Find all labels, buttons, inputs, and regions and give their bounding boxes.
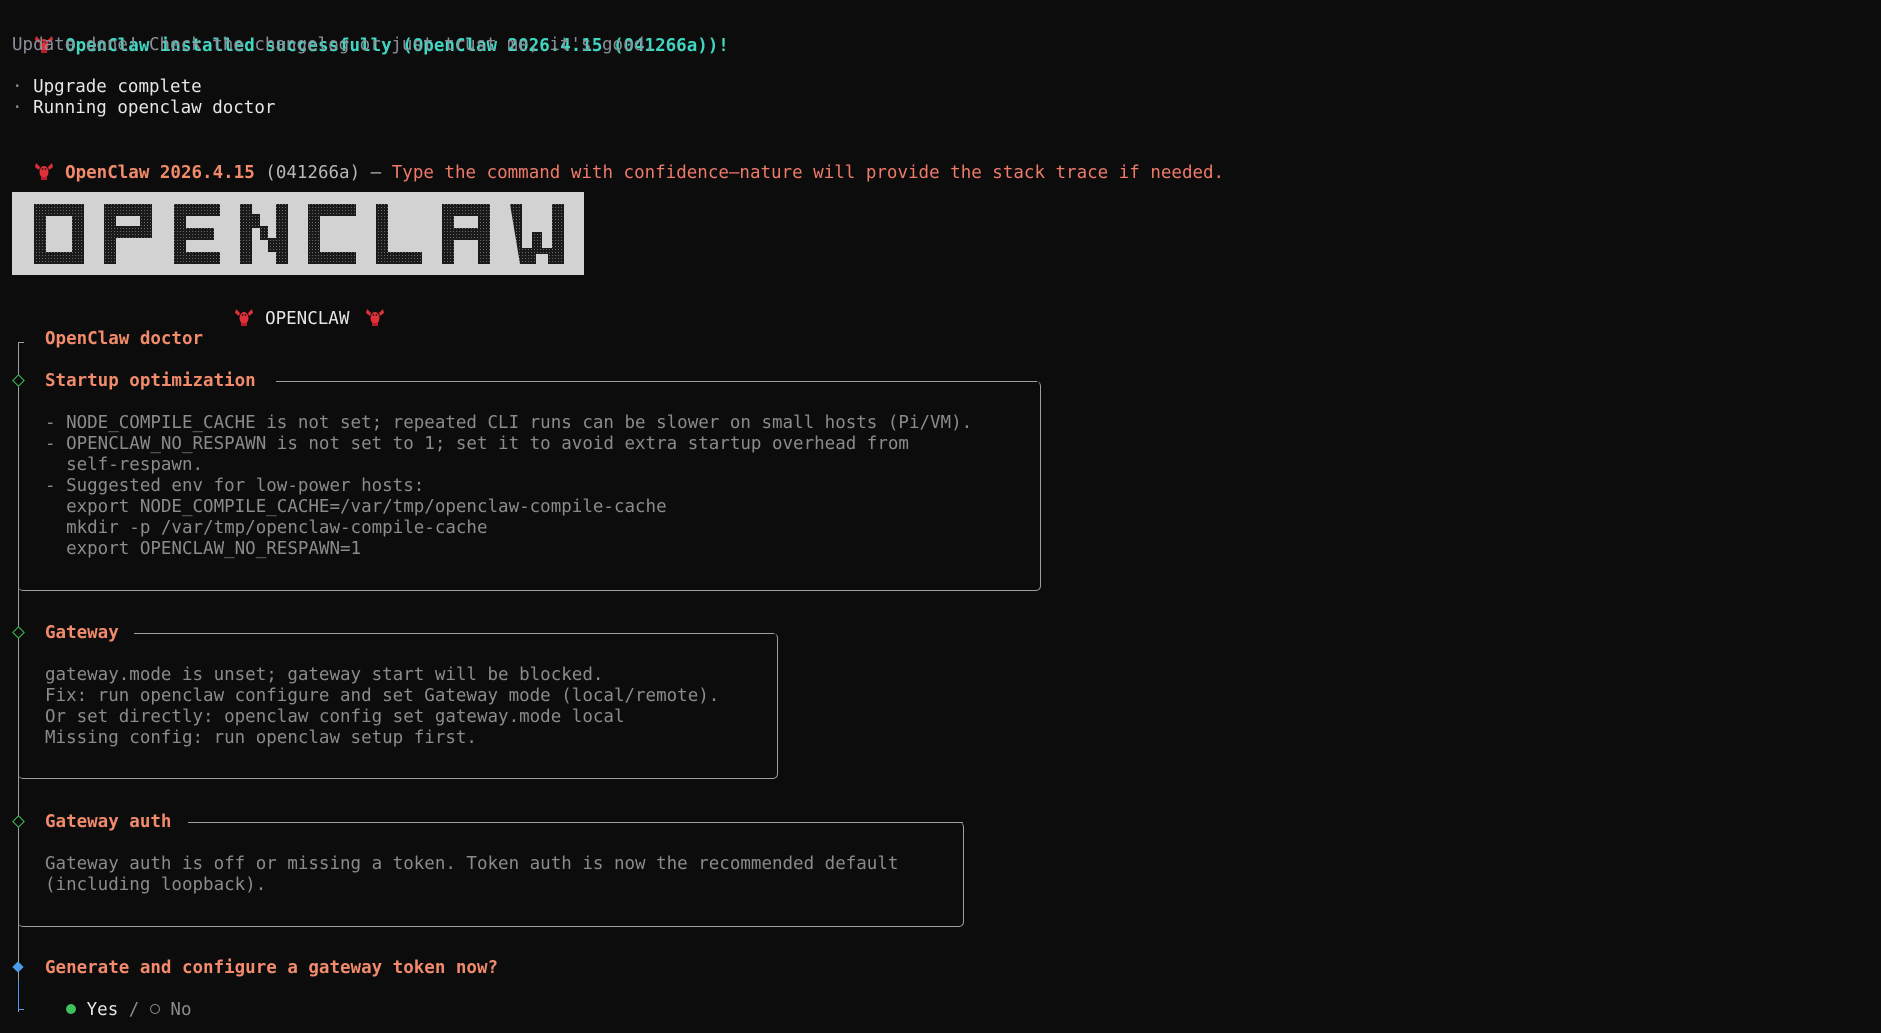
startup-line-4: - Suggested env for low-power hosts: xyxy=(45,476,425,496)
startup-line-2: - OPENCLAW_NO_RESPAWN is not set to 1; s… xyxy=(45,434,909,454)
doctor-title: OpenClaw doctor xyxy=(45,329,204,349)
lobster-icon xyxy=(233,307,255,327)
gateway-auth-line-2: (including loopback). xyxy=(45,875,267,895)
option-no[interactable]: No xyxy=(149,1000,192,1020)
gateway-line-3: Or set directly: openclaw config set gat… xyxy=(45,707,625,727)
version-line: OpenClaw 2026.4.15 (041266a) — Type the … xyxy=(12,140,1224,184)
startup-line-1: - NODE_COMPILE_CACHE is not set; repeate… xyxy=(45,413,973,433)
lobster-icon xyxy=(33,161,55,181)
startup-line-5: export NODE_COMPILE_CACHE=/var/tmp/openc… xyxy=(45,497,667,517)
prompt-question: Generate and configure a gateway token n… xyxy=(45,958,499,978)
radio-selected-icon xyxy=(66,1004,77,1014)
option-yes[interactable]: Yes xyxy=(66,1000,118,1020)
prompt-rail-corner xyxy=(18,1009,24,1010)
ascii-banner xyxy=(12,192,584,275)
lobster-icon xyxy=(364,307,386,327)
gateway-line-1: gateway.mode is unset; gateway start wil… xyxy=(45,665,604,685)
step-running-doctor: · Running openclaw doctor xyxy=(12,98,276,118)
startup-line-7: export OPENCLAW_NO_RESPAWN=1 xyxy=(45,539,362,559)
startup-line-3: self-respawn. xyxy=(45,455,204,475)
install-tagline: Update done! Check the changelog or just… xyxy=(12,35,655,55)
prompt-rail xyxy=(18,980,19,1009)
ascii-banner-art xyxy=(34,204,564,264)
gateway-line-2: Fix: run openclaw configure and set Gate… xyxy=(45,686,720,706)
gateway-auth-line-1: Gateway auth is off or missing a token. … xyxy=(45,854,899,874)
prompt-active-icon xyxy=(12,961,24,973)
banner-caption: OPENCLAW xyxy=(212,286,396,330)
gateway-line-4: Missing config: run openclaw setup first… xyxy=(45,728,477,748)
radio-unselected-icon xyxy=(149,1004,160,1014)
startup-line-6: mkdir -p /var/tmp/openclaw-compile-cache xyxy=(45,518,488,538)
tree-rail-corner xyxy=(18,342,24,343)
prompt-options: Yes / No xyxy=(45,979,192,1021)
step-upgrade-complete: · Upgrade complete xyxy=(12,77,202,97)
